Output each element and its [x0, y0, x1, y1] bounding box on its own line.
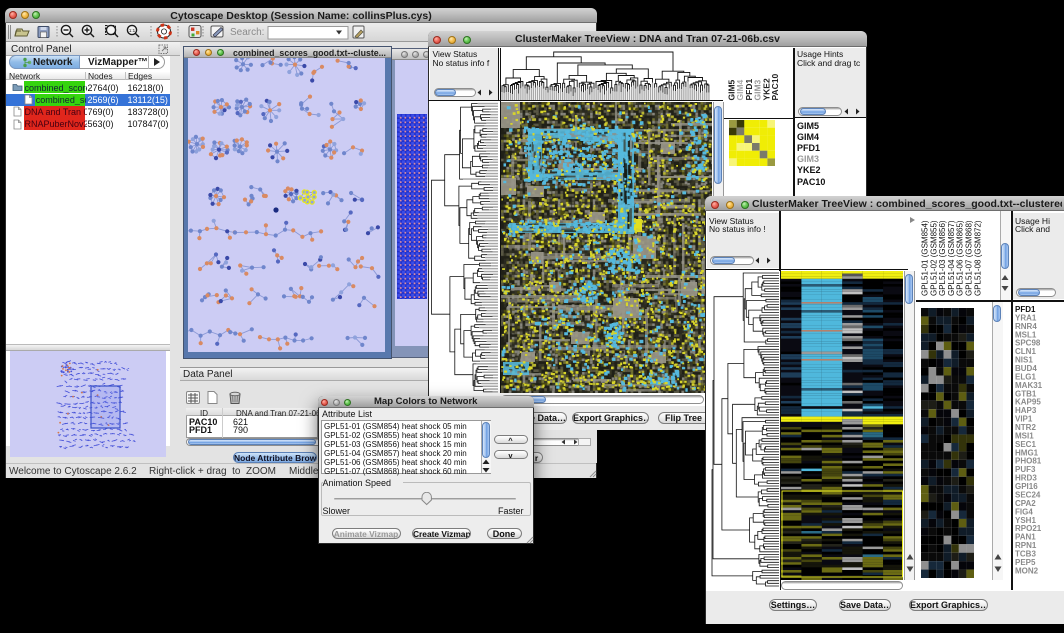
svg-text:PAC10: PAC10	[770, 73, 780, 100]
svg-text:Search:: Search:	[230, 27, 264, 38]
svg-text:GPL51-06 (GSM865): GPL51-06 (GSM865)	[956, 220, 965, 296]
svg-text:1:1: 1:1	[129, 28, 136, 33]
svg-text:GPL51-08 (GSM872): GPL51-08 (GSM872)	[973, 220, 982, 296]
svg-text:GPL51-02 (GSM855): GPL51-02 (GSM855)	[929, 220, 938, 296]
svg-text:GPL51-03 (GSM856): GPL51-03 (GSM856)	[938, 220, 947, 296]
svg-text:GPL51-07 (GSM868): GPL51-07 (GSM868)	[965, 220, 974, 296]
svg-text:GPL51-01 (GSM854): GPL51-01 (GSM854)	[921, 220, 930, 296]
svg-text:GPL51-04 (GSM857): GPL51-04 (GSM857)	[947, 220, 956, 296]
svg-text:MON2: MON2	[1015, 566, 1039, 575]
